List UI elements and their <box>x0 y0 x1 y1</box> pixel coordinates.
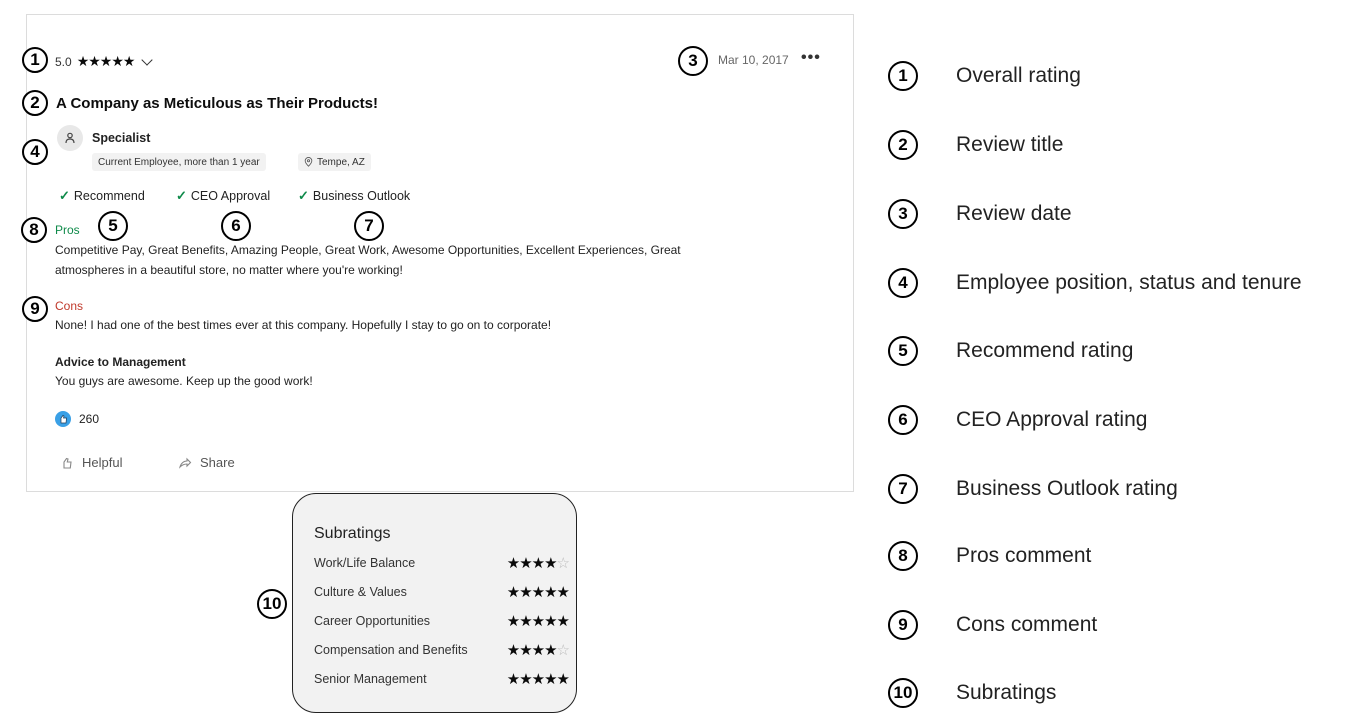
helpful-label: Helpful <box>82 455 123 470</box>
annotation-marker-3: 3 <box>678 46 708 76</box>
annotation-marker-1: 1 <box>22 47 48 73</box>
check-icon: ✓ <box>59 188 70 203</box>
business-outlook-rating: ✓ Business Outlook <box>298 188 410 204</box>
overall-rating-value: 5.0 <box>55 54 72 69</box>
location-pin-icon <box>304 157 313 167</box>
legend-marker-1: 1 <box>888 61 918 91</box>
annotation-marker-2: 2 <box>22 90 48 116</box>
subrating-label: Work/Life Balance <box>314 556 416 570</box>
legend-marker-9: 9 <box>888 610 918 640</box>
cons-heading: Cons <box>55 299 84 313</box>
avatar <box>57 125 83 151</box>
cons-comment: None! I had one of the best times ever a… <box>55 318 552 332</box>
subratings-title: Subratings <box>314 525 391 542</box>
recommend-label: Recommend <box>73 189 145 203</box>
ceo-approval-rating: ✓ CEO Approval <box>176 188 270 204</box>
legend-label: CEO Approval rating <box>956 408 1148 431</box>
legend-label: Pros comment <box>956 544 1092 567</box>
subrating-filled-stars: ★★★★★ <box>506 671 570 688</box>
annotation-marker-5: 5 <box>98 211 128 241</box>
subrating-stars: ★★★★☆ <box>506 554 570 572</box>
pros-comment-line-2: atmospheres in a beautiful store, no mat… <box>55 263 403 277</box>
annotation-marker-10: 10 <box>257 589 287 619</box>
annotation-marker-6: 6 <box>221 211 251 241</box>
helpful-count: 260 <box>55 411 99 427</box>
subrating-stars: ★★★★★ <box>506 612 570 630</box>
legend-label: Cons comment <box>956 613 1098 636</box>
subrating-label: Compensation and Benefits <box>314 643 468 657</box>
annotation-marker-4: 4 <box>22 139 48 165</box>
employment-status-tag: Current Employee, more than 1 year <box>92 153 266 171</box>
subrating-row: Compensation and Benefits ★★★★☆ <box>314 641 570 659</box>
subrating-filled-stars: ★★★★★ <box>506 613 570 630</box>
subrating-empty-stars: ☆ <box>556 555 570 572</box>
legend-marker-8: 8 <box>888 541 918 571</box>
subrating-stars: ★★★★☆ <box>506 641 570 659</box>
subrating-filled-stars: ★★★★ <box>506 642 558 659</box>
review-title[interactable]: A Company as Meticulous as Their Product… <box>56 95 378 112</box>
check-icon: ✓ <box>298 188 309 203</box>
subrating-label: Culture & Values <box>314 585 407 599</box>
legend-label: Employee position, status and tenure <box>956 271 1302 294</box>
helpful-button[interactable]: Helpful <box>60 455 122 470</box>
subrating-empty-stars: ☆ <box>556 642 570 659</box>
business-outlook-label: Business Outlook <box>312 189 411 203</box>
legend-label: Review title <box>956 133 1064 156</box>
legend-marker-7: 7 <box>888 474 918 504</box>
chevron-down-icon[interactable] <box>141 53 154 66</box>
legend-marker-3: 3 <box>888 199 918 229</box>
advice-heading: Advice to Management <box>55 355 186 369</box>
annotation-marker-8: 8 <box>21 217 47 243</box>
helpful-count-value: 260 <box>79 412 100 426</box>
pros-comment: Competitive Pay, Great Benefits, Amazing… <box>55 240 845 280</box>
advice-comment: You guys are awesome. Keep up the good w… <box>55 374 313 388</box>
overall-rating[interactable]: 5.0 ★★★★★ <box>55 53 154 70</box>
share-icon <box>178 457 192 469</box>
helpful-hand-icon <box>63 457 72 469</box>
annotation-marker-9: 9 <box>22 296 48 322</box>
ceo-approval-label: CEO Approval <box>190 189 271 203</box>
location-tag: Tempe, AZ <box>298 153 371 171</box>
legend-marker-2: 2 <box>888 130 918 160</box>
pros-heading: Pros <box>55 223 80 237</box>
legend-label: Recommend rating <box>956 339 1134 362</box>
subrating-stars: ★★★★★ <box>506 670 570 688</box>
subrating-row: Culture & Values ★★★★★ <box>314 583 570 601</box>
share-label: Share <box>200 455 235 470</box>
legend-marker-4: 4 <box>888 268 918 298</box>
share-button[interactable]: Share <box>178 455 235 470</box>
legend-marker-6: 6 <box>888 405 918 435</box>
legend-label: Subratings <box>956 681 1057 704</box>
overall-rating-stars: ★★★★★ <box>76 53 136 69</box>
subrating-label: Career Opportunities <box>314 614 431 628</box>
helpful-hand-icon <box>55 411 71 427</box>
legend-label: Business Outlook rating <box>956 477 1178 500</box>
legend-marker-5: 5 <box>888 336 918 366</box>
subrating-label: Senior Management <box>314 672 427 686</box>
legend-label: Overall rating <box>956 64 1081 87</box>
recommend-rating: ✓ Recommend <box>59 188 145 204</box>
pros-comment-line-1: Competitive Pay, Great Benefits, Amazing… <box>55 243 681 257</box>
review-date: Mar 10, 2017 <box>718 53 789 67</box>
location-text: Tempe, AZ <box>317 156 365 168</box>
subrating-stars: ★★★★★ <box>506 583 570 601</box>
subrating-filled-stars: ★★★★★ <box>506 584 570 601</box>
subrating-filled-stars: ★★★★ <box>506 555 558 572</box>
subrating-row: Senior Management ★★★★★ <box>314 670 570 688</box>
subrating-row: Career Opportunities ★★★★★ <box>314 612 570 630</box>
check-icon: ✓ <box>176 188 187 203</box>
annotation-marker-7: 7 <box>354 211 384 241</box>
employee-position: Specialist <box>92 131 151 145</box>
person-icon <box>65 132 75 144</box>
legend-label: Review date <box>956 202 1072 225</box>
subrating-row: Work/Life Balance ★★★★☆ <box>314 554 570 572</box>
legend-marker-10: 10 <box>888 678 918 708</box>
more-dots-icon[interactable]: ••• <box>801 49 821 67</box>
employment-status-text: Current Employee, more than 1 year <box>98 156 260 168</box>
